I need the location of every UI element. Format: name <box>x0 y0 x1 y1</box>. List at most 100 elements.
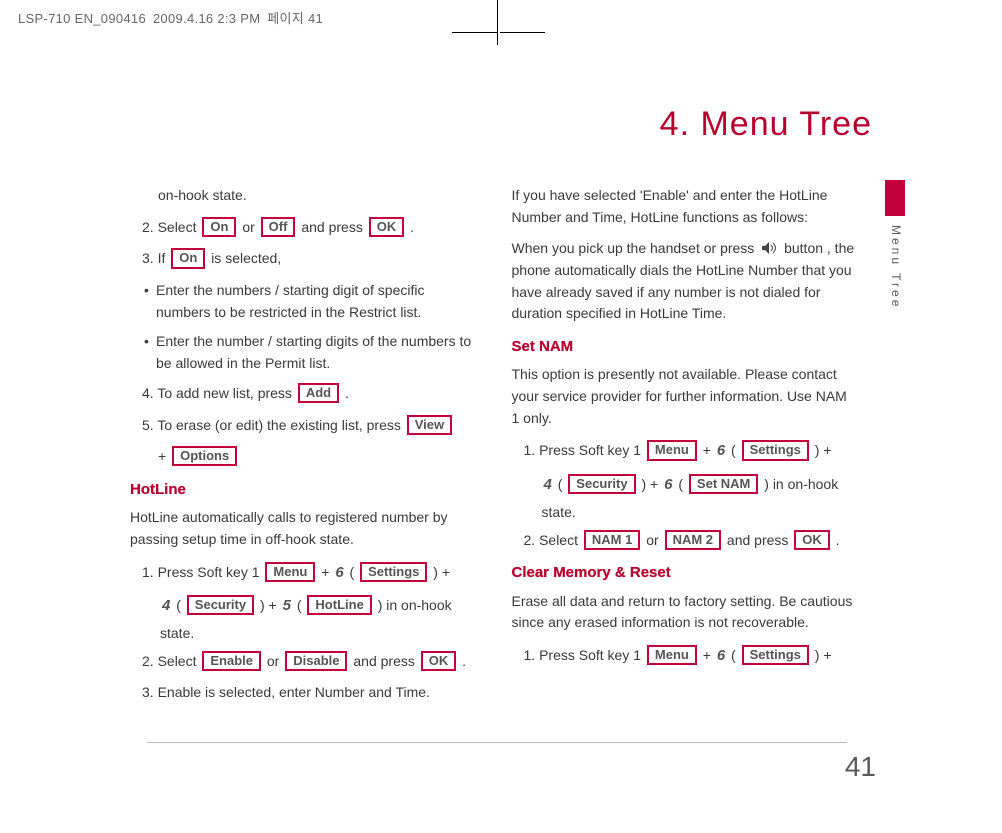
text: ( <box>678 476 687 492</box>
ok-button: OK <box>794 530 830 550</box>
text: ( <box>558 476 567 492</box>
text: ) + <box>815 647 832 663</box>
key-6: 6 <box>717 442 725 459</box>
step-cont: + Options <box>130 446 474 468</box>
bullet-item: • Enter the number / starting digits of … <box>144 331 474 374</box>
section-desc: Erase all data and return to factory set… <box>512 591 856 634</box>
text: 4. To add new list, press <box>142 385 296 401</box>
text: or <box>242 219 258 235</box>
text: + <box>158 448 170 464</box>
key-4: 4 <box>544 476 552 493</box>
text: ( <box>350 564 359 580</box>
step: 1. Press Soft key 1 Menu + 6 ( Settings … <box>512 644 856 667</box>
text: ) + <box>815 442 832 458</box>
text: ) + <box>433 564 450 580</box>
settings-button: Settings <box>360 562 427 582</box>
bullet-text: Enter the number / starting digits of th… <box>156 331 474 374</box>
step: 4. To add new list, press Add . <box>130 383 474 405</box>
text: . <box>836 532 840 548</box>
text: and press <box>727 532 792 548</box>
left-column: on-hook state. 2. Select On or Off and p… <box>130 185 474 735</box>
hotline-button: HotLine <box>307 595 371 615</box>
text: ( <box>731 647 740 663</box>
text: . <box>410 219 414 235</box>
menu-button: Menu <box>647 645 697 665</box>
step: 3. Enable is selected, enter Number and … <box>130 682 474 704</box>
step-cont: 4 ( Security ) + 5 ( HotLine ) in on-hoo… <box>130 594 474 617</box>
footer-rule <box>147 742 847 743</box>
nam1-button: NAM 1 <box>584 530 640 550</box>
text: is selected, <box>211 250 281 266</box>
ok-button: OK <box>369 217 405 237</box>
chapter-title: 4. Menu Tree <box>660 105 872 144</box>
text: 5. To erase (or edit) the existing list,… <box>142 417 405 433</box>
key-6: 6 <box>717 647 725 664</box>
side-tab <box>885 180 905 216</box>
step-cont: 4 ( Security ) + 6 ( Set NAM ) in on-hoo… <box>512 473 856 496</box>
off-button: Off <box>261 217 296 237</box>
set-nam-button: Set NAM <box>689 474 758 494</box>
text: + <box>703 442 715 458</box>
text: ) in on-hook <box>378 597 452 613</box>
key-6: 6 <box>335 564 343 581</box>
key-5: 5 <box>283 597 291 614</box>
text: on-hook state. <box>130 185 474 207</box>
text: ) in on-hook <box>764 476 838 492</box>
content-columns: on-hook state. 2. Select On or Off and p… <box>130 185 855 735</box>
section-desc: This option is presently not available. … <box>512 364 856 429</box>
security-button: Security <box>187 595 254 615</box>
text: 1. Press Soft key 1 <box>524 442 645 458</box>
step: 2. Select Enable or Disable and press OK… <box>130 651 474 673</box>
text: ) + <box>642 476 663 492</box>
text: When you pick up the handset or press <box>512 240 759 256</box>
menu-button: Menu <box>265 562 315 582</box>
right-column: If you have selected 'Enable' and enter … <box>512 185 856 735</box>
text: or <box>646 532 662 548</box>
text: When you pick up the handset or press bu… <box>512 238 856 325</box>
header-file: LSP-710 EN_090416 <box>18 11 146 26</box>
page-number: 41 <box>845 751 876 783</box>
step: 2. Select On or Off and press OK . <box>130 217 474 239</box>
settings-button: Settings <box>742 440 809 460</box>
print-header: LSP-710 EN_090416 2009.4.16 2:3 PM 페이지 4… <box>18 8 326 27</box>
text: ( <box>176 597 185 613</box>
add-button: Add <box>298 383 339 403</box>
key-4: 4 <box>162 597 170 614</box>
on-button: On <box>171 248 205 268</box>
step: 2. Select NAM 1 or NAM 2 and press OK . <box>512 530 856 552</box>
bullet-dot: • <box>144 280 156 323</box>
step-cont: state. <box>512 502 856 524</box>
text: and press <box>301 219 366 235</box>
view-button: View <box>407 415 452 435</box>
step: 5. To erase (or edit) the existing list,… <box>130 415 474 437</box>
step: 1. Press Soft key 1 Menu + 6 ( Settings … <box>512 439 856 462</box>
crop-mark <box>497 0 498 45</box>
crop-mark <box>500 32 545 33</box>
bullet-dot: • <box>144 331 156 374</box>
text: ) + <box>260 597 281 613</box>
side-tab-label: Menu Tree <box>889 225 903 309</box>
menu-button: Menu <box>647 440 697 460</box>
section-title-hotline: HotLine <box>130 478 474 501</box>
on-button: On <box>202 217 236 237</box>
text: + <box>703 647 715 663</box>
security-button: Security <box>568 474 635 494</box>
text: and press <box>353 653 418 669</box>
text: + <box>321 564 333 580</box>
enable-button: Enable <box>202 651 261 671</box>
text: If you have selected 'Enable' and enter … <box>512 185 856 228</box>
text: ( <box>297 597 306 613</box>
key-6: 6 <box>664 476 672 493</box>
text: . <box>345 385 349 401</box>
bullet-item: • Enter the numbers / starting digit of … <box>144 280 474 323</box>
text: 2. Select <box>142 219 200 235</box>
text: 2. Select <box>142 653 200 669</box>
text: 1. Press Soft key 1 <box>524 647 645 663</box>
ok-button: OK <box>421 651 457 671</box>
text: 1. Press Soft key 1 <box>142 564 263 580</box>
text: ( <box>731 442 740 458</box>
settings-button: Settings <box>742 645 809 665</box>
crop-mark <box>452 32 497 33</box>
step: 3. If On is selected, <box>130 248 474 270</box>
text: . <box>462 653 466 669</box>
